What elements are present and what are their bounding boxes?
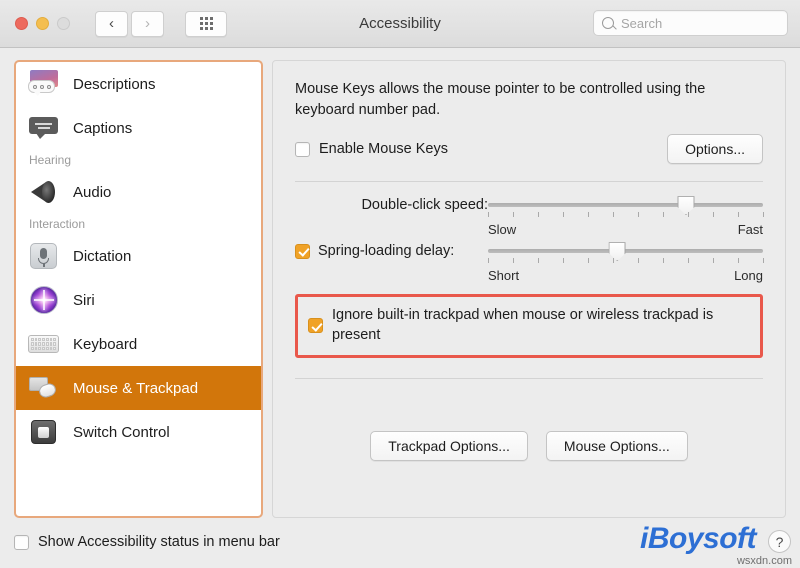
sidebar-item-label: Keyboard	[73, 335, 138, 353]
window-titlebar: ‹ › Accessibility	[0, 0, 800, 48]
accessibility-preferences-window: ‹ › Accessibility D	[0, 0, 800, 568]
captions-icon	[28, 114, 60, 142]
mouse-keys-options-button[interactable]: Options...	[667, 134, 763, 165]
double-click-speed-slider[interactable]: Slow Fast	[488, 196, 764, 237]
show-accessibility-status-checkbox[interactable]	[14, 534, 29, 550]
slider-end-labels: Slow Fast	[488, 222, 763, 237]
sidebar-item-label: Dictation	[73, 247, 132, 265]
panel-divider-lower	[295, 378, 763, 380]
chevron-left-icon: ‹	[109, 15, 114, 32]
sidebar-item-label: Audio	[73, 183, 112, 201]
sidebar-item-label: Switch Control	[73, 423, 170, 441]
chevron-right-icon: ›	[145, 15, 150, 32]
sidebar-item-dictation[interactable]: Dictation	[16, 234, 261, 278]
keyboard-icon	[28, 330, 60, 358]
spring-loading-delay-slider[interactable]: Short Long	[488, 242, 764, 283]
window-footer: Show Accessibility status in menu bar iB…	[0, 516, 800, 568]
audio-speaker-icon	[28, 178, 60, 206]
switch-control-icon	[28, 418, 60, 446]
sidebar-item-mouse-trackpad[interactable]: Mouse & Trackpad	[16, 366, 261, 410]
slider-end-labels: Short Long	[488, 268, 763, 283]
enable-mouse-keys-checkbox[interactable]	[295, 141, 310, 157]
sidebar-item-label: Siri	[73, 291, 95, 309]
mouse-keys-description: Mouse Keys allows the mouse pointer to b…	[295, 81, 706, 118]
enable-mouse-keys-label: Enable Mouse Keys	[319, 141, 448, 158]
siri-orb-icon	[28, 286, 60, 314]
help-button[interactable]: ?	[768, 530, 791, 553]
panel-divider	[295, 181, 763, 183]
sidebar-item-label: Descriptions	[73, 75, 156, 93]
enable-mouse-keys-checkbox-group[interactable]: Enable Mouse Keys	[295, 141, 448, 157]
back-button[interactable]: ‹	[95, 10, 128, 37]
slider-max-label: Fast	[737, 222, 763, 238]
spring-loading-delay-label: Spring-loading delay:	[318, 243, 455, 260]
spring-loading-delay-checkbox[interactable]	[295, 243, 310, 259]
enable-mouse-keys-row: Enable Mouse Keys Options...	[295, 134, 763, 165]
search-icon	[602, 17, 614, 29]
show-accessibility-status-label: Show Accessibility status in menu bar	[38, 534, 280, 550]
sidebar-item-siri[interactable]: Siri	[16, 278, 261, 322]
ignore-trackpad-checkbox[interactable]	[308, 318, 323, 334]
double-click-speed-label-group: Double-click speed:	[295, 196, 488, 213]
slider-min-label: Short	[488, 268, 520, 284]
watermark-text: wsxdn.com	[736, 555, 792, 567]
mouse-options-button[interactable]: Mouse Options...	[545, 431, 688, 462]
navigation-buttons: ‹ ›	[95, 10, 164, 37]
sidebar-region: Descriptions Captions Hearing Audio Inte…	[14, 60, 263, 518]
mouse-trackpad-icon	[28, 374, 60, 402]
sidebar-item-label: Mouse & Trackpad	[73, 379, 199, 397]
mouse-trackpad-settings-panel: Mouse Keys allows the mouse pointer to b…	[272, 60, 786, 518]
sidebar-group-interaction: Interaction	[29, 217, 86, 231]
spring-loading-checkbox-group[interactable]: Spring-loading delay:	[295, 242, 488, 259]
close-window-button[interactable]	[15, 17, 28, 30]
spring-loading-delay-row: Spring-loading delay: Short Long	[295, 242, 764, 283]
slider-track[interactable]	[488, 196, 763, 216]
sidebar-item-captions[interactable]: Captions	[16, 106, 261, 150]
slider-min-label: Slow	[488, 222, 517, 238]
iboysoft-logo: iBoysoft	[640, 522, 757, 555]
sidebar-item-descriptions[interactable]: Descriptions	[16, 62, 261, 106]
show-all-button[interactable]	[185, 10, 227, 37]
ignore-trackpad-checkbox-group[interactable]: Ignore built-in trackpad when mouse or w…	[308, 306, 750, 345]
slider-tick-marks	[488, 212, 764, 221]
sidebar-group-hearing: Hearing	[29, 153, 72, 167]
ignore-trackpad-label: Ignore built-in trackpad when mouse or w…	[332, 307, 714, 343]
ignore-trackpad-highlight-annotation: Ignore built-in trackpad when mouse or w…	[295, 294, 763, 359]
search-input[interactable]	[621, 15, 779, 31]
zoom-window-button[interactable]	[57, 17, 70, 30]
grid-icon	[199, 17, 213, 30]
double-click-speed-row: Double-click speed: Slow Fast	[295, 196, 764, 237]
sidebar-item-keyboard[interactable]: Keyboard	[16, 322, 261, 366]
minimize-window-button[interactable]	[36, 17, 49, 30]
panel-action-buttons: Trackpad Options... Mouse Options...	[295, 431, 763, 462]
slider-track[interactable]	[488, 242, 763, 262]
slider-tick-marks	[488, 258, 764, 267]
sidebar-item-label: Captions	[73, 119, 133, 137]
trackpad-options-button[interactable]: Trackpad Options...	[370, 431, 528, 462]
search-field[interactable]	[593, 10, 788, 36]
accessibility-category-list[interactable]: Descriptions Captions Hearing Audio Inte…	[16, 62, 261, 516]
slider-max-label: Long	[734, 268, 763, 284]
sidebar-item-audio[interactable]: Audio	[16, 170, 261, 214]
dictation-microphone-icon	[28, 242, 60, 270]
sidebar-item-switch-control[interactable]: Switch Control	[16, 410, 261, 454]
descriptions-icon	[28, 70, 60, 98]
settings-panel-region: Mouse Keys allows the mouse pointer to b…	[272, 60, 786, 518]
show-status-checkbox-group[interactable]: Show Accessibility status in menu bar	[14, 534, 280, 550]
traffic-light-buttons	[15, 17, 70, 30]
window-body: Descriptions Captions Hearing Audio Inte…	[0, 48, 800, 518]
double-click-speed-label: Double-click speed:	[361, 197, 488, 214]
forward-button[interactable]: ›	[131, 10, 164, 37]
